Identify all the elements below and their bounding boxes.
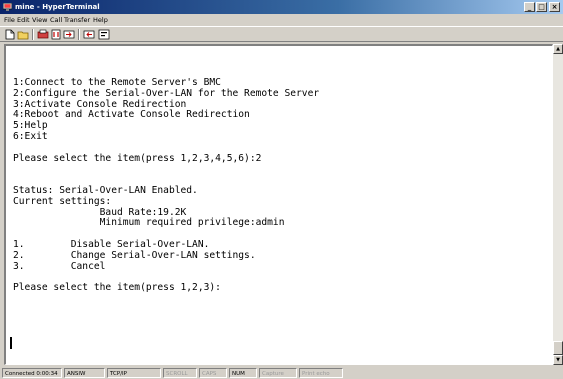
disconnect-icon[interactable]	[50, 29, 62, 40]
sol-option-cancel: 3. Cancel	[13, 260, 106, 272]
call-icon[interactable]	[37, 29, 49, 40]
current-settings-heading: Current settings:	[13, 195, 112, 207]
toolbar	[0, 26, 563, 42]
menu-help[interactable]: Help	[93, 14, 108, 26]
properties-icon[interactable]	[98, 29, 110, 40]
menu-option-reboot-activate: 4:Reboot and Activate Console Redirectio…	[13, 109, 250, 121]
capture-indicator: Capture	[259, 368, 297, 378]
scroll-lock-indicator: SCROLL	[163, 368, 197, 378]
main-prompt: Please select the item(press 1,2,3,4,5,6…	[13, 152, 262, 164]
emulation-type: ANSIW	[64, 368, 105, 378]
connection-time: Connected 0:00:34	[2, 368, 62, 378]
menu-edit[interactable]: Edit	[17, 14, 30, 26]
menu-view[interactable]: View	[32, 14, 47, 26]
scroll-up-button[interactable]: ▲	[553, 44, 563, 54]
close-button[interactable]: ×	[549, 2, 560, 12]
window-title: mine - HyperTerminal	[15, 3, 100, 11]
vertical-scrollbar[interactable]: ▲ ▼	[553, 44, 563, 365]
menu-option-help: 5:Help	[13, 120, 48, 132]
new-icon[interactable]	[4, 29, 16, 40]
menu-option-configure-sol: 2:Configure the Serial-Over-LAN for the …	[13, 87, 320, 99]
status-bar: Connected 0:00:34 ANSIW TCP/IP SCROLL CA…	[0, 367, 563, 379]
caps-lock-indicator: CAPS	[199, 368, 227, 378]
protocol: TCP/IP	[107, 368, 161, 378]
window-controls: _ □ ×	[524, 2, 560, 12]
open-icon[interactable]	[17, 29, 29, 40]
privilege-setting: Minimum required privilege:admin	[13, 217, 285, 229]
send-icon[interactable]	[63, 29, 75, 40]
scroll-thumb[interactable]	[553, 341, 563, 355]
menu-option-exit: 6:Exit	[13, 130, 48, 142]
menu-call[interactable]: Call	[50, 14, 62, 26]
menu-file[interactable]: File	[4, 14, 15, 26]
title-bar[interactable]: mine - HyperTerminal _ □ ×	[0, 0, 563, 14]
num-lock-indicator: NUM	[229, 368, 257, 378]
toolbar-separator	[78, 29, 80, 40]
scroll-down-button[interactable]: ▼	[553, 355, 563, 365]
print-echo-indicator: Print echo	[299, 368, 343, 378]
sol-prompt: Please select the item(press 1,2,3):	[13, 282, 221, 294]
toolbar-separator	[32, 29, 34, 40]
hyperterminal-app-icon	[3, 3, 12, 11]
menu-transfer[interactable]: Transfer	[64, 14, 90, 26]
text-cursor	[10, 337, 12, 349]
receive-icon[interactable]	[83, 29, 95, 40]
maximize-button[interactable]: □	[536, 2, 547, 12]
menu-bar: File Edit View Call Transfer Help	[0, 14, 563, 26]
hyperterminal-window: mine - HyperTerminal _ □ × File Edit Vie…	[0, 0, 563, 379]
terminal-output: 1:Connect to the Remote Server's BMC 2:Co…	[13, 77, 320, 294]
minimize-button[interactable]: _	[524, 2, 535, 12]
sol-option-change: 2. Change Serial-Over-LAN settings.	[13, 249, 256, 261]
